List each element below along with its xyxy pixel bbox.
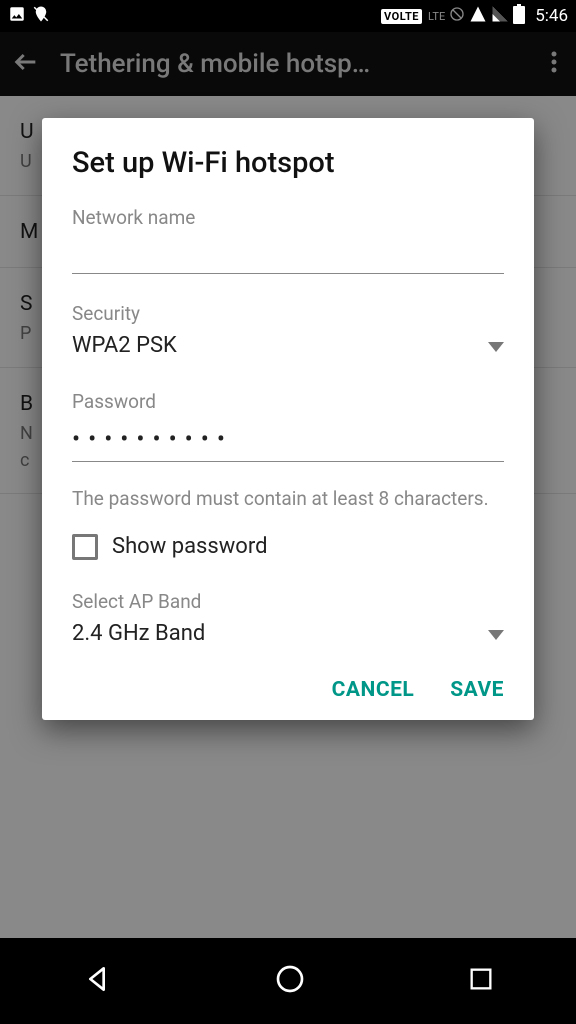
status-bar: VOLTE LTE 5:46 [0, 0, 576, 32]
security-field: Security WPA2 PSK [72, 302, 504, 362]
nav-back-icon[interactable] [81, 963, 113, 999]
ap-band-label: Select AP Band [72, 590, 504, 613]
wifi-hotspot-dialog: Set up Wi-Fi hotspot Network name Securi… [42, 118, 534, 720]
dialog-title: Set up Wi-Fi hotspot [72, 146, 504, 180]
password-helper-text: The password must contain at least 8 cha… [72, 486, 504, 512]
network-name-label: Network name [72, 206, 504, 229]
location-off-icon [32, 5, 50, 28]
chevron-down-icon [488, 333, 504, 358]
dialog-actions: CANCEL SAVE [72, 668, 504, 702]
show-password-label: Show password [112, 534, 267, 559]
lte-text: LTE [428, 10, 445, 23]
chevron-down-icon [488, 621, 504, 646]
security-label: Security [72, 302, 504, 325]
signal-icon-2 [491, 5, 509, 28]
nav-home-icon[interactable] [274, 963, 306, 999]
nav-recents-icon[interactable] [467, 965, 495, 997]
password-label: Password [72, 390, 504, 413]
network-name-input[interactable] [72, 231, 504, 274]
ap-band-field: Select AP Band 2.4 GHz Band [72, 590, 504, 650]
do-not-disturb-icon [449, 6, 465, 27]
status-clock: 5:46 [535, 6, 568, 26]
ap-band-select[interactable]: 2.4 GHz Band [72, 615, 504, 650]
save-button[interactable]: SAVE [450, 678, 504, 702]
show-password-checkbox[interactable]: Show password [72, 534, 504, 560]
volte-badge: VOLTE [381, 9, 422, 24]
security-select[interactable]: WPA2 PSK [72, 327, 504, 362]
password-field: Password •••••••••• [72, 390, 504, 462]
checkbox-icon [72, 534, 98, 560]
cancel-button[interactable]: CANCEL [332, 678, 415, 702]
password-input[interactable]: •••••••••• [72, 415, 504, 462]
navigation-bar [0, 938, 576, 1024]
network-name-field: Network name [72, 206, 504, 274]
image-icon [8, 5, 26, 28]
ap-band-value: 2.4 GHz Band [72, 621, 205, 646]
security-value: WPA2 PSK [72, 333, 177, 358]
signal-icon [469, 5, 487, 28]
battery-icon [513, 4, 525, 29]
